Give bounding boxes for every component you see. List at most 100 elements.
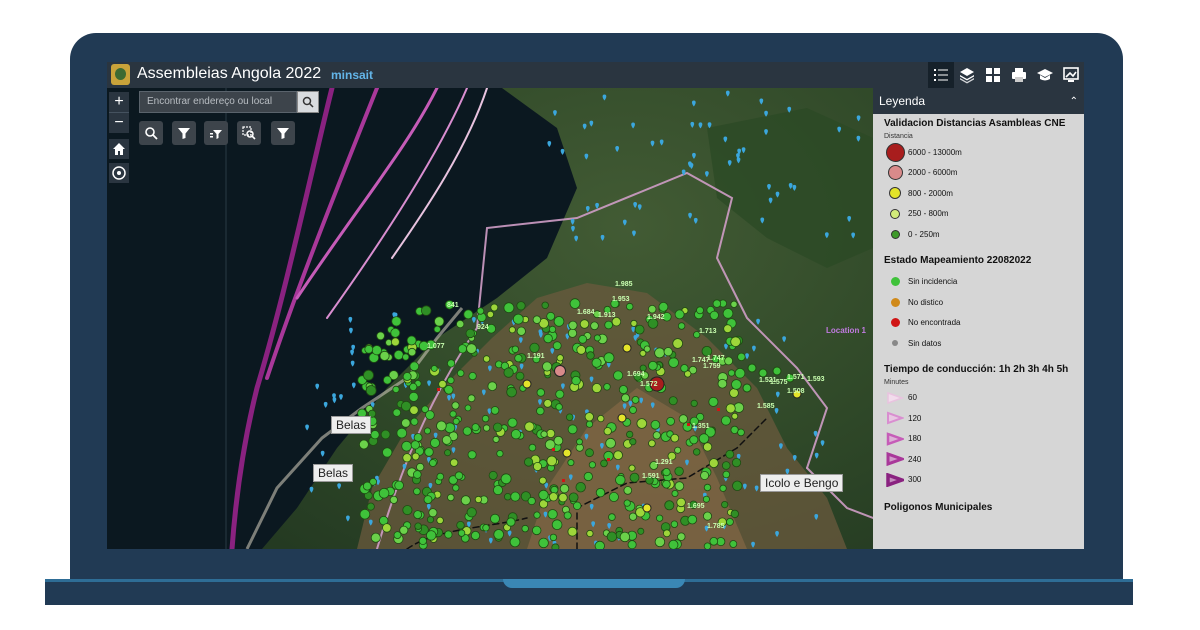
polling-station-marker[interactable] [364,344,374,354]
polling-station-marker[interactable] [390,327,401,338]
polling-station-marker[interactable] [379,350,390,361]
polling-station-marker[interactable] [666,416,675,426]
polling-station-marker[interactable] [421,305,432,316]
polling-station-marker[interactable] [410,417,419,426]
polling-station-marker[interactable] [396,427,408,439]
polling-station-marker[interactable] [366,502,375,511]
polling-station-marker[interactable] [590,321,599,331]
polling-station-marker[interactable] [402,505,413,516]
attribute-filter-button[interactable] [204,121,228,145]
polling-station-marker[interactable] [390,337,400,347]
polling-station-marker[interactable] [532,315,542,324]
polling-station-marker[interactable] [506,386,517,398]
polling-station-marker[interactable] [663,529,671,538]
polling-station-marker[interactable] [626,302,634,311]
polling-station-marker[interactable] [648,439,656,448]
polling-station-marker[interactable] [674,309,685,320]
polling-station-marker[interactable] [466,507,477,518]
polling-station-marker[interactable] [637,527,645,535]
polling-station-marker[interactable] [504,493,512,501]
polling-station-marker[interactable] [486,310,494,318]
polling-station-marker[interactable] [533,511,541,519]
polling-station-marker[interactable] [676,497,686,508]
polling-station-marker[interactable] [493,422,503,433]
polling-station-marker[interactable] [730,509,739,519]
polling-station-marker[interactable] [586,529,594,538]
query-search-button[interactable] [139,121,163,145]
polling-station-marker[interactable] [615,474,626,486]
polling-station-marker[interactable] [608,491,619,502]
polling-station-marker[interactable] [430,365,438,372]
polling-station-marker[interactable] [392,385,400,393]
polling-station-marker[interactable] [538,489,549,500]
polling-station-marker[interactable] [731,457,742,468]
polling-station-marker[interactable] [672,338,683,349]
polling-station-marker[interactable] [630,319,638,327]
not-found-marker[interactable] [552,448,555,451]
polling-station-marker[interactable] [490,303,499,312]
polling-station-marker[interactable] [481,414,490,423]
polling-station-marker[interactable] [668,357,679,368]
polling-station-marker[interactable] [566,413,574,421]
polling-station-marker[interactable] [727,369,736,377]
polling-station-marker[interactable] [597,414,605,423]
polling-station-marker[interactable] [552,341,562,351]
polling-station-marker[interactable] [524,421,535,432]
polling-station-marker[interactable] [654,536,666,548]
polling-station-marker[interactable] [730,300,738,308]
map-view[interactable]: 1.985 1.953 1.684 1.913 1.572 1.694 1.942 1.713… [107,88,873,549]
polling-station-marker[interactable] [687,514,698,525]
polling-station-marker[interactable] [698,433,710,444]
distance-class-marker[interactable] [622,343,632,353]
polling-station-marker[interactable] [543,333,553,344]
polling-station-marker[interactable] [730,336,741,348]
polling-station-marker[interactable] [721,415,732,426]
polling-station-marker[interactable] [412,470,422,479]
polling-station-marker[interactable] [613,450,623,461]
polling-station-marker[interactable] [425,410,435,420]
polling-station-marker[interactable] [447,493,455,502]
polling-station-marker[interactable] [456,521,465,530]
polling-station-marker[interactable] [509,536,521,548]
polling-station-marker[interactable] [717,378,728,389]
polling-station-marker[interactable] [362,481,372,491]
polling-station-marker[interactable] [385,339,393,347]
polling-station-marker[interactable] [454,471,464,480]
polling-station-marker[interactable] [488,470,498,480]
polling-station-marker[interactable] [464,404,472,412]
polling-station-marker[interactable] [668,396,678,406]
polling-station-marker[interactable] [732,480,743,492]
polling-station-marker[interactable] [507,417,518,428]
polling-station-marker[interactable] [521,524,529,533]
polling-station-marker[interactable] [452,417,460,425]
polling-station-marker[interactable] [457,369,465,377]
polling-station-marker[interactable] [772,366,782,376]
polling-station-marker[interactable] [553,435,564,446]
polling-station-marker[interactable] [468,371,477,381]
polling-station-marker[interactable] [436,472,445,481]
polling-station-marker[interactable] [568,492,579,503]
polling-station-marker[interactable] [423,495,433,505]
polling-station-marker[interactable] [551,543,560,549]
not-found-marker[interactable] [562,479,565,482]
polling-station-marker[interactable] [411,452,420,461]
not-found-marker[interactable] [607,458,610,461]
zoom-out-button[interactable]: − [109,112,129,133]
polling-station-marker[interactable] [591,383,602,394]
distance-class-marker[interactable] [522,379,532,389]
polling-station-marker[interactable] [549,533,558,542]
polling-station-marker[interactable] [447,376,455,384]
polling-station-marker[interactable] [604,320,613,330]
polling-station-marker[interactable] [758,368,768,378]
polling-station-marker[interactable] [500,473,512,485]
polling-station-marker[interactable] [393,349,404,360]
polling-station-marker[interactable] [492,485,503,496]
polling-station-marker[interactable] [655,514,664,522]
polling-station-marker[interactable] [689,435,699,445]
polling-station-marker[interactable] [619,531,631,543]
home-button[interactable] [109,139,129,159]
polling-station-marker[interactable] [634,324,645,335]
polling-station-marker[interactable] [724,356,733,366]
polling-station-marker[interactable] [668,539,679,549]
polling-station-marker[interactable] [593,334,601,342]
